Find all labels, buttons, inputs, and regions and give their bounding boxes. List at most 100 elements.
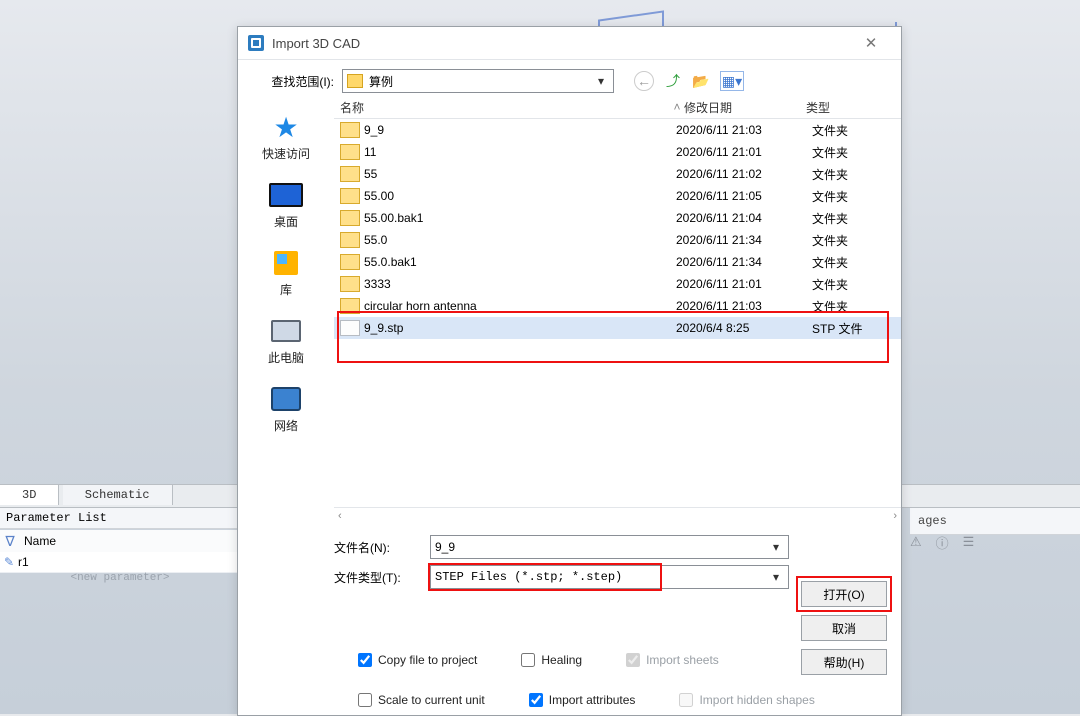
lookin-combo[interactable]: 算例 ▾	[342, 69, 614, 93]
back-icon[interactable]: ←	[634, 71, 654, 91]
filename-combo[interactable]: 9_9 ▾	[430, 535, 789, 559]
horizontal-scrollbar[interactable]: ‹›	[334, 507, 901, 524]
file-type: 文件夹	[812, 122, 901, 139]
network-icon	[269, 384, 303, 414]
file-date: 2020/6/11 21:03	[676, 123, 812, 137]
chk-scale-input[interactable]	[358, 693, 372, 707]
file-row[interactable]: 55.00.bak12020/6/11 21:04文件夹	[334, 207, 901, 229]
parameter-row[interactable]: ✎ r1	[0, 552, 240, 573]
place-label: 快速访问	[262, 145, 310, 162]
file-list[interactable]: 9_92020/6/11 21:03文件夹112020/6/11 21:01文件…	[334, 119, 901, 507]
chk-import-hidden: Import hidden shapes	[679, 693, 814, 707]
file-date: 2020/6/11 21:01	[676, 277, 812, 291]
chk-copy-to-project[interactable]: Copy file to project	[358, 653, 477, 667]
file-date: 2020/6/11 21:05	[676, 189, 812, 203]
tab-schematic[interactable]: Schematic	[63, 485, 173, 505]
col-date[interactable]: 修改日期	[684, 99, 806, 116]
parameter-list-title: Parameter List	[0, 508, 246, 529]
file-name: 9_9	[364, 123, 676, 137]
new-parameter-placeholder[interactable]: <new parameter>	[0, 572, 240, 590]
place-quick-access[interactable]: ★ 快速访问	[246, 106, 326, 168]
parameter-name-column[interactable]: Name	[20, 534, 56, 548]
close-icon[interactable]: ✕	[851, 34, 891, 52]
file-type: 文件夹	[812, 254, 901, 271]
chk-healing[interactable]: Healing	[521, 653, 582, 667]
messages-toolbar: ⚠ ⓘ ☰	[902, 530, 1080, 554]
file-date: 2020/6/11 21:03	[676, 299, 812, 313]
chk-scale-unit[interactable]: Scale to current unit	[358, 693, 485, 707]
folder-icon	[347, 74, 363, 88]
file-row[interactable]: 9_9.stp2020/6/4 8:25STP 文件	[334, 317, 901, 339]
tab-3d[interactable]: 3D	[0, 485, 59, 505]
file-row[interactable]: 9_92020/6/11 21:03文件夹	[334, 119, 901, 141]
file-type: STP 文件	[812, 320, 901, 337]
open-button[interactable]: 打开(O)	[801, 581, 887, 607]
col-name[interactable]: 名称	[334, 99, 670, 116]
file-row[interactable]: 55.002020/6/11 21:05文件夹	[334, 185, 901, 207]
file-row[interactable]: circular horn antenna2020/6/11 21:03文件夹	[334, 295, 901, 317]
filetype-combo[interactable]: STEP Files (*.stp; *.step) ▾	[430, 565, 789, 589]
file-icon	[340, 320, 360, 336]
folder-icon	[340, 210, 360, 226]
folder-icon	[340, 166, 360, 182]
file-row[interactable]: 33332020/6/11 21:01文件夹	[334, 273, 901, 295]
file-name: 55	[364, 167, 676, 181]
lookin-value: 算例	[369, 73, 393, 90]
views-icon[interactable]: ▦▾	[720, 71, 744, 91]
chevron-down-icon[interactable]: ▾	[768, 570, 784, 585]
chk-hidden-input	[679, 693, 693, 707]
chk-attrs-input[interactable]	[529, 693, 543, 707]
file-row[interactable]: 552020/6/11 21:02文件夹	[334, 163, 901, 185]
file-date: 2020/6/4 8:25	[676, 321, 812, 335]
chk-copy-input[interactable]	[358, 653, 372, 667]
file-row[interactable]: 55.0.bak12020/6/11 21:34文件夹	[334, 251, 901, 273]
filter-icon[interactable]: ∇	[0, 533, 20, 550]
place-label: 库	[280, 281, 292, 298]
file-name: 55.00.bak1	[364, 211, 676, 225]
cancel-button[interactable]: 取消	[801, 615, 887, 641]
chevron-down-icon[interactable]: ▾	[593, 74, 609, 88]
sort-indicator-icon[interactable]: ˄	[670, 100, 684, 114]
list-icon[interactable]: ☰	[963, 534, 975, 550]
place-this-pc[interactable]: 此电脑	[246, 310, 326, 372]
chk-sheets-input	[626, 653, 640, 667]
chk-label: Import sheets	[646, 653, 719, 667]
edit-icon[interactable]: ✎	[0, 555, 18, 569]
chk-import-attrs[interactable]: Import attributes	[529, 693, 636, 707]
chk-heal-input[interactable]	[521, 653, 535, 667]
place-network[interactable]: 网络	[246, 378, 326, 440]
file-date: 2020/6/11 21:04	[676, 211, 812, 225]
chevron-down-icon[interactable]: ▾	[768, 540, 784, 554]
parameter-list-header: ∇ Name	[0, 530, 240, 553]
place-libraries[interactable]: 库	[246, 242, 326, 304]
info-icon[interactable]: ⓘ	[936, 533, 949, 552]
parameter-name: r1	[18, 555, 29, 569]
place-label: 此电脑	[268, 349, 304, 366]
filetype-value: STEP Files (*.stp; *.step)	[435, 570, 622, 584]
up-one-level-icon[interactable]: ⤴	[664, 72, 682, 90]
folder-icon	[340, 254, 360, 270]
place-desktop[interactable]: 桌面	[246, 174, 326, 236]
warning-icon[interactable]: ⚠	[910, 534, 922, 550]
folder-icon	[340, 188, 360, 204]
file-type: 文件夹	[812, 188, 901, 205]
place-label: 桌面	[274, 213, 298, 230]
file-type: 文件夹	[812, 232, 901, 249]
folder-icon	[340, 298, 360, 314]
file-name: 11	[364, 145, 676, 159]
chk-label: Scale to current unit	[378, 693, 485, 707]
file-row[interactable]: 112020/6/11 21:01文件夹	[334, 141, 901, 163]
chk-label: Healing	[541, 653, 582, 667]
chk-label: Import attributes	[549, 693, 636, 707]
col-type[interactable]: 类型	[806, 99, 901, 116]
file-date: 2020/6/11 21:02	[676, 167, 812, 181]
chk-label: Copy file to project	[378, 653, 477, 667]
filename-label: 文件名(N):	[334, 539, 420, 556]
folder-icon	[340, 144, 360, 160]
new-folder-icon[interactable]: 📂	[692, 72, 710, 90]
file-row[interactable]: 55.02020/6/11 21:34文件夹	[334, 229, 901, 251]
messages-label: ages	[910, 514, 955, 528]
file-type: 文件夹	[812, 298, 901, 315]
file-name: 3333	[364, 277, 676, 291]
star-icon: ★	[269, 112, 303, 142]
